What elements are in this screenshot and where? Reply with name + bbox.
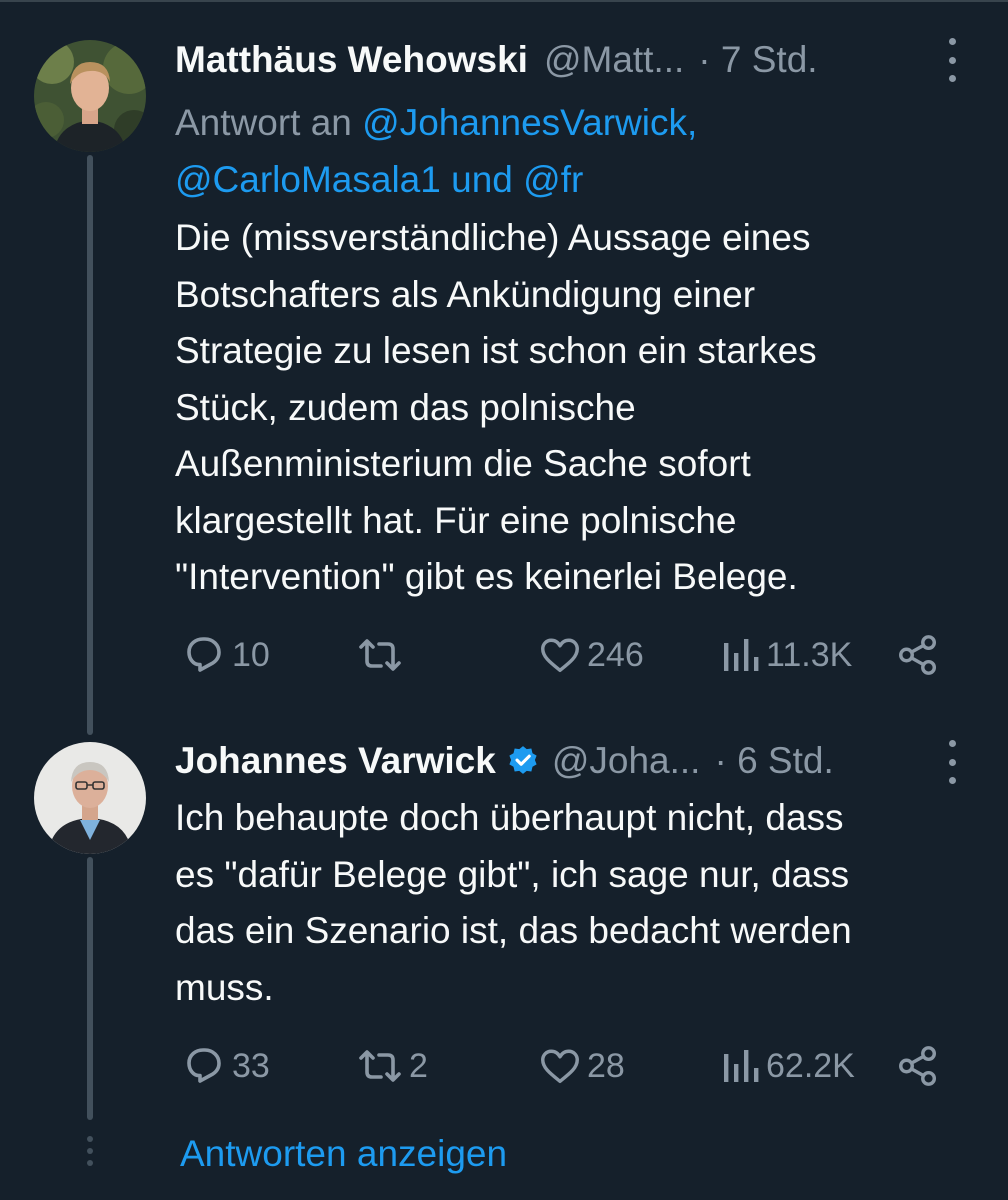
tweet-time[interactable]: · 7 Std. — [698, 39, 817, 81]
text-line: Außenministerium die Sache sofort — [175, 443, 751, 484]
retweet-count: 2 — [409, 1046, 428, 1085]
views-button[interactable]: 11.3K — [720, 630, 852, 680]
more-options-icon[interactable] — [940, 740, 964, 784]
tweet-header: Johannes Varwick @Joha... · 6 Std. — [175, 736, 834, 786]
avatar[interactable] — [34, 742, 146, 854]
text-line: es "dafür Belege gibt", ich sage nur, da… — [175, 853, 850, 895]
share-icon — [899, 1046, 937, 1086]
top-divider — [0, 0, 1008, 2]
retweet-button[interactable] — [355, 630, 409, 680]
author-name[interactable]: Matthäus Wehowski — [175, 39, 528, 81]
avatar[interactable] — [34, 40, 146, 152]
reply-count: 33 — [232, 1046, 270, 1085]
like-button[interactable]: 28 — [537, 1041, 625, 1091]
text-line: "Intervention" gibt es keinerlei Belege. — [175, 556, 798, 597]
thread-dots-icon — [85, 1136, 95, 1166]
like-icon — [541, 1049, 579, 1084]
tweet-actions: 33 2 28 62.2K — [175, 1041, 975, 1091]
like-count: 28 — [587, 1046, 625, 1085]
retweet-icon — [359, 1050, 401, 1082]
tweet-text: Ich behaupte doch überhaupt nicht, dass … — [175, 790, 852, 1016]
views-button[interactable]: 62.2K — [720, 1041, 855, 1091]
like-button[interactable]: 246 — [537, 630, 644, 680]
author-handle[interactable]: @Matt... — [544, 39, 684, 81]
reply-button[interactable]: 10 — [180, 630, 270, 680]
text-line: Ich behaupte doch überhaupt nicht, dass — [175, 797, 844, 838]
author-name[interactable]: Johannes Varwick — [175, 740, 496, 782]
reply-button[interactable]: 33 — [180, 1041, 270, 1091]
author-handle[interactable]: @Joha... — [552, 740, 701, 782]
text-line: Strategie zu lesen ist schon ein starkes — [175, 330, 817, 371]
reply-to-line: Antwort an @JohannesVarwick, @CarloMasal… — [175, 94, 975, 208]
text-line: Die (missverständliche) Aussage eines — [175, 217, 811, 258]
like-count: 246 — [587, 635, 644, 674]
text-line: klargestellt hat. Für eine polnische — [175, 499, 737, 541]
like-icon — [541, 638, 579, 673]
reply-count: 10 — [232, 635, 270, 674]
retweet-icon — [359, 639, 401, 671]
reply-to-prefix: Antwort an — [175, 102, 363, 143]
mention-link[interactable]: @fr — [523, 159, 583, 200]
share-button[interactable] — [895, 630, 941, 680]
mention-link[interactable]: @JohannesVarwick, — [362, 102, 697, 143]
text-line: muss. — [175, 966, 274, 1008]
views-count: 62.2K — [766, 1046, 855, 1085]
views-icon — [724, 1050, 759, 1082]
share-icon — [899, 635, 937, 675]
verified-badge-icon — [509, 746, 537, 774]
reply-icon — [187, 637, 221, 672]
text-line: Botschafters als Ankündigung einer — [175, 273, 756, 315]
tweet-time[interactable]: · 6 Std. — [714, 740, 833, 782]
tweet-header: Matthäus Wehowski @Matt... · 7 Std. — [175, 35, 818, 85]
mention-link[interactable]: @CarloMasala1 — [175, 159, 441, 200]
thread-line — [87, 155, 93, 735]
tweet-text: Die (missverständliche) Aussage eines Bo… — [175, 210, 817, 606]
views-count: 11.3K — [766, 635, 853, 674]
text-line: das ein Szenario ist, das bedacht werden — [175, 910, 852, 951]
retweet-button[interactable]: 2 — [355, 1041, 428, 1091]
text-line: Stück, zudem das polnische — [175, 386, 636, 428]
share-button[interactable] — [895, 1041, 941, 1091]
reply-to-and: und — [440, 159, 524, 200]
more-options-icon[interactable] — [940, 38, 964, 82]
reply-icon — [187, 1048, 221, 1083]
views-icon — [724, 639, 759, 671]
show-replies-link[interactable]: Antworten anzeigen — [180, 1133, 507, 1175]
tweet-actions: 10 246 11.3K — [175, 630, 975, 680]
thread-line — [87, 857, 93, 1120]
